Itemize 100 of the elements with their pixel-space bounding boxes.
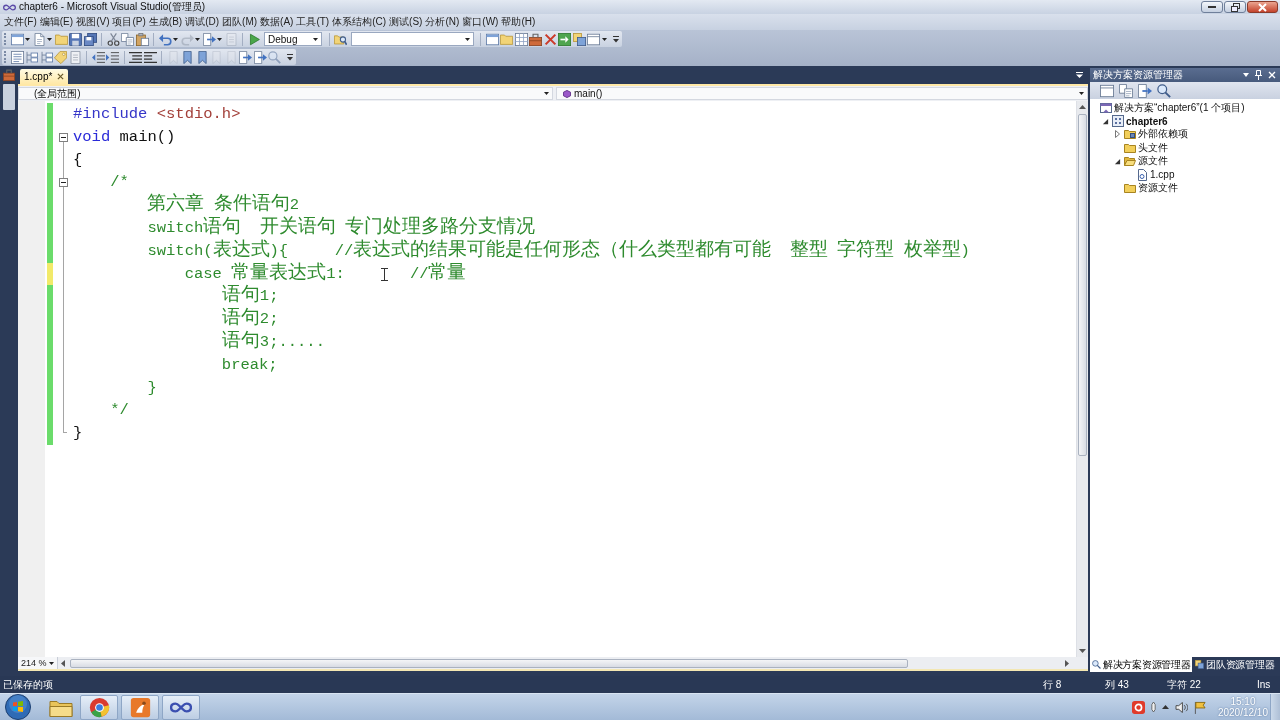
indented-lines-icon[interactable] [143,50,157,64]
editor-tab[interactable]: 1.cpp* [20,69,69,84]
page-arrow-icon[interactable] [202,32,216,46]
folder-icon [1124,182,1136,195]
panel-tab[interactable]: 解决方案资源管理器 [1090,657,1193,672]
menu-item[interactable]: 编辑(E) [38,15,75,29]
dropdown-field[interactable] [350,32,474,46]
tree-icon[interactable] [25,50,38,64]
menu-item[interactable]: 文件(F) [3,15,38,29]
caret-icon [313,37,318,41]
tree-item[interactable]: 外部依赖项 [1138,127,1188,142]
copy-icon[interactable] [1119,83,1133,98]
play-icon[interactable] [247,32,261,46]
tree-item[interactable]: 资源文件 [1138,181,1178,196]
tree-item[interactable]: chapter6 [1126,115,1168,127]
tree-item[interactable]: 头文件 [1138,140,1168,155]
panel-icon[interactable] [1100,83,1114,98]
overflow-icon[interactable] [286,53,293,61]
down-arrow-icon[interactable] [1079,649,1086,653]
close-icon[interactable] [57,73,65,80]
list-icon[interactable] [10,50,24,64]
menu-item[interactable]: 数据(A) [259,15,295,29]
caret-icon[interactable] [25,37,30,41]
vertical-scrollbar[interactable] [1076,101,1088,657]
restore-button[interactable] [1224,1,1246,13]
layers-icon[interactable] [572,32,586,46]
page-arrow-icon[interactable] [253,50,267,64]
bookmark-icon[interactable] [195,50,209,64]
taskbar-button[interactable] [162,694,200,720]
scope-dropdown[interactable]: (全局范围) [18,87,553,100]
caret-icon[interactable] [217,37,222,41]
flag-icon[interactable] [1193,700,1206,714]
close-button[interactable] [1247,1,1278,13]
lines-icon[interactable] [129,50,142,64]
caret-icon[interactable] [47,37,52,41]
app-tile-icon [129,696,151,718]
cross-icon[interactable] [543,32,557,46]
magnifier-icon[interactable] [1157,83,1171,98]
menu-item[interactable]: 工具(T) [295,15,331,29]
menu-item[interactable]: 测试(S) [388,15,424,29]
caret-icon[interactable] [601,37,607,41]
toolbox-icon[interactable] [529,32,542,46]
caret-icon[interactable] [195,37,200,41]
zoom-dropdown[interactable]: 214 % [18,657,58,669]
taskbar-button[interactable] [80,694,118,720]
undo-icon[interactable] [158,32,172,46]
page-arrow-icon[interactable] [1138,83,1152,98]
menu-item[interactable]: 调试(D) [184,15,221,29]
close-icon [1258,2,1267,12]
right-arrow-icon[interactable] [1065,659,1069,667]
tree-item[interactable]: 1.cpp [1150,169,1175,181]
up-arrow-icon[interactable] [1079,105,1086,109]
tree-item[interactable]: 解决方案“chapter6”(1 个项目) [1114,100,1245,115]
grid-icon[interactable] [514,32,528,46]
expand-arrow-icon[interactable] [1101,117,1109,125]
menu-item[interactable]: 分析(N) [424,15,461,29]
caret-icon[interactable] [173,37,178,41]
panel-tab[interactable]: 团队资源管理器 [1193,657,1277,672]
menu-item[interactable]: 项目(P) [111,15,147,29]
start-orb-icon[interactable] [5,694,31,720]
folder-search-icon[interactable] [334,32,347,46]
expand-arrow-icon[interactable] [1113,157,1121,165]
arrow-box-icon[interactable] [558,32,571,46]
overflow-icon[interactable] [1076,72,1083,78]
left-arrow-icon[interactable] [61,659,65,667]
menu-item[interactable]: 视图(V) [75,15,111,29]
tree-icon[interactable] [39,50,53,64]
tree-item[interactable]: 源文件 [1138,154,1168,169]
tray-app-icon[interactable] [1131,700,1145,714]
page-arrow-icon[interactable] [239,50,252,64]
collapse-icon[interactable] [59,132,68,142]
caret-icon[interactable] [1243,73,1249,77]
caret-icon[interactable] [1161,705,1169,709]
menu-item[interactable]: 生成(B) [147,15,184,29]
pin-icon[interactable] [1255,70,1262,80]
capsule-icon[interactable] [1150,701,1156,713]
menu-item[interactable]: 帮助(H) [500,15,537,29]
collapse-icon[interactable] [59,178,68,188]
member-dropdown[interactable]: main() [556,87,1088,100]
speaker-icon[interactable] [1174,701,1188,713]
scrollbar-thumb[interactable] [70,658,908,668]
menu-item[interactable]: 窗口(W) [461,15,500,29]
document-icon [1136,168,1148,181]
overflow-icon[interactable] [613,35,619,43]
indent-icon[interactable] [106,50,119,64]
menu-item[interactable]: 体系结构(C) [331,15,388,29]
scissors-icon[interactable] [106,32,120,46]
scrollbar-thumb[interactable] [1078,114,1087,456]
code-text: void [73,126,111,148]
panel-icon[interactable] [587,32,600,46]
menu-item[interactable]: 团队(M) [221,15,259,29]
clipboard-icon[interactable] [135,32,149,46]
taskbar-button[interactable] [121,694,159,720]
configuration-dropdown[interactable]: Debug [264,32,322,46]
outdent-icon[interactable] [91,50,105,64]
toolbox-icon[interactable] [3,69,15,81]
bookmark-icon[interactable] [181,50,194,64]
floppy-disks-icon[interactable] [83,32,97,46]
minimize-button[interactable] [1201,1,1223,13]
window-icon[interactable] [485,32,499,46]
